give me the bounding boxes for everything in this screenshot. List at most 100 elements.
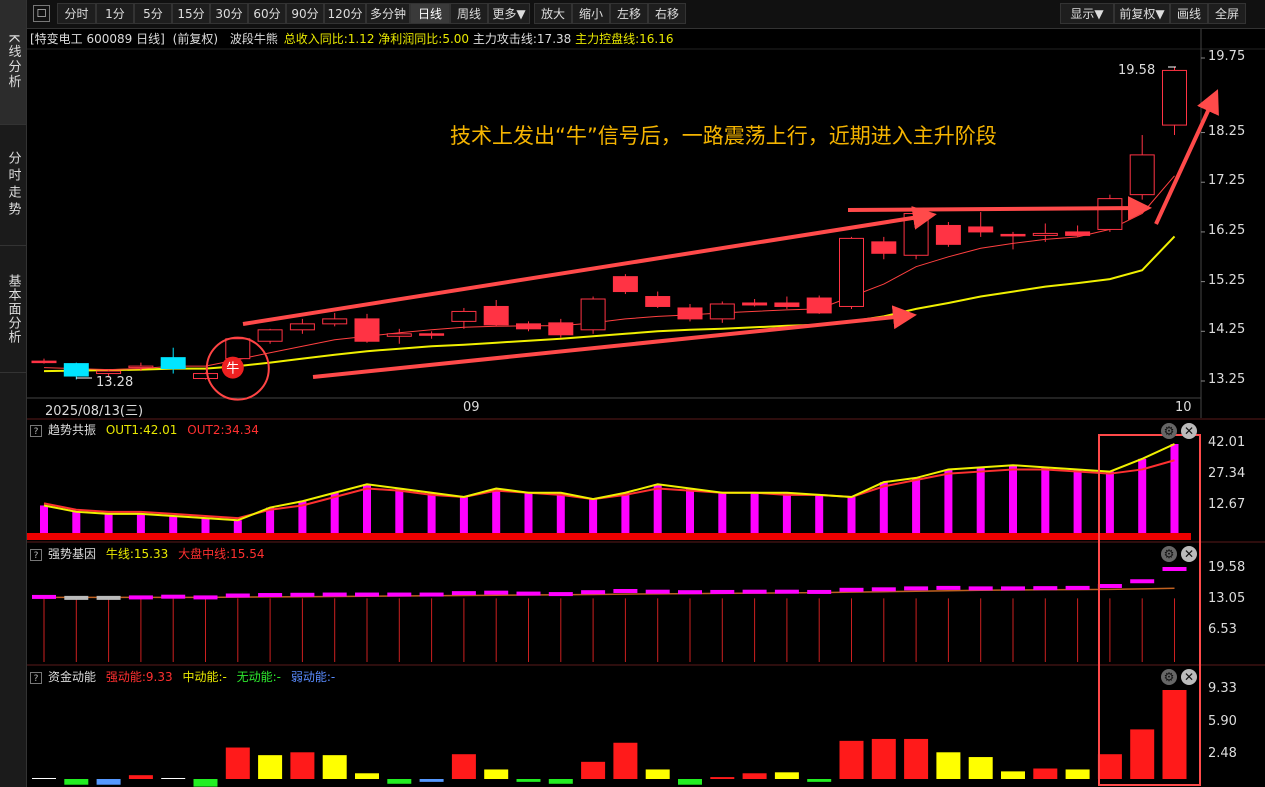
gene-bar <box>387 592 412 597</box>
candle-body <box>774 302 800 307</box>
gene-bar <box>128 595 153 600</box>
gene-bar <box>258 593 283 598</box>
candle-body <box>1000 233 1026 237</box>
trend-bar <box>686 488 694 533</box>
candle-body <box>354 318 380 342</box>
trend-bar <box>750 492 759 533</box>
no-energy-value: 无动能:- <box>236 670 282 684</box>
trend-bar <box>40 505 48 533</box>
gene-bar <box>904 586 929 591</box>
strong-energy-value: 强动能:9.33 <box>105 670 173 684</box>
candle-body <box>225 338 251 360</box>
gene-bar <box>968 586 993 591</box>
bull-line-value: 牛线:15.33 <box>105 547 169 561</box>
trend-bar <box>363 484 371 533</box>
momentum-bar <box>645 769 670 779</box>
candle-body <box>96 370 122 375</box>
gene-bar <box>1130 579 1155 584</box>
momentum-bar <box>742 773 767 779</box>
question-icon[interactable]: ? <box>30 671 42 684</box>
panel-trend-header: ? 趋势共振 OUT1:42.01 OUT2:34.34 <box>30 421 259 439</box>
trend-bar <box>847 496 856 533</box>
momentum-bar <box>419 779 444 782</box>
candle-body <box>935 224 961 245</box>
gene-bar <box>645 589 670 594</box>
gene-bar <box>355 592 379 597</box>
price-axis-label: 14.25 <box>1208 322 1246 338</box>
candle-body <box>322 318 348 325</box>
candle-body <box>742 302 768 306</box>
close-icon[interactable]: ✕ <box>1181 423 1197 439</box>
gear-icon[interactable]: ⚙ <box>1161 669 1177 685</box>
momentum-bar <box>484 769 509 779</box>
trend-bar <box>1105 471 1114 533</box>
momentum-bar <box>1130 729 1155 779</box>
gear-icon[interactable]: ⚙ <box>1161 423 1177 439</box>
candle-body <box>451 310 477 322</box>
date-label-sep: 09 <box>463 400 480 415</box>
question-icon[interactable]: ? <box>30 548 42 561</box>
candle-body <box>709 303 735 320</box>
trend-bar <box>782 492 791 533</box>
trend-bar <box>330 492 339 533</box>
candle-body <box>128 365 154 369</box>
gene-bar <box>613 588 638 593</box>
panel-trend-title: 趋势共振 <box>48 423 97 437</box>
trend-bar <box>459 496 468 533</box>
trend-bar <box>427 492 436 533</box>
candle-body <box>1162 69 1187 126</box>
candle-body <box>31 360 57 364</box>
gene-bar <box>1065 585 1090 590</box>
question-icon[interactable]: ? <box>30 424 42 437</box>
gene-bar <box>1001 586 1025 591</box>
close-icon[interactable]: ✕ <box>1181 669 1197 685</box>
momentum-bar <box>128 775 153 779</box>
momentum-bar <box>904 738 929 779</box>
sub-axis-label: 27.34 <box>1208 466 1246 482</box>
trend-bar <box>169 516 178 533</box>
momentum-bar <box>161 778 186 779</box>
gene-bar <box>322 592 347 597</box>
sub-axis-label: 12.67 <box>1208 497 1246 513</box>
gene-bar <box>161 594 186 599</box>
price-axis-label: 15.25 <box>1208 272 1246 288</box>
momentum-bar <box>225 747 250 779</box>
momentum-bar <box>1033 768 1058 779</box>
gene-bar <box>581 590 606 595</box>
ma-yellow-line <box>43 235 1176 373</box>
sub-axis-label: 19.58 <box>1208 560 1246 575</box>
momentum-bar <box>613 742 638 779</box>
momentum-bar <box>1065 769 1090 779</box>
momentum-bar <box>871 738 896 779</box>
trend-bar <box>1170 444 1179 533</box>
trend-bar <box>233 520 242 533</box>
price-axis-label: 16.25 <box>1208 222 1246 238</box>
trend-bar <box>653 484 662 533</box>
candle-body <box>871 241 897 254</box>
candle-body <box>419 333 445 336</box>
momentum-bar <box>64 779 89 785</box>
panel-gene-header: ? 强势基因 牛线:15.33 大盘中线:15.54 <box>30 545 264 563</box>
trend-base-bar <box>27 533 1191 540</box>
annotation-overlay <box>242 89 1219 786</box>
candle-body <box>1032 232 1058 236</box>
panel-capital-header: ? 资金动能 强动能:9.33 中动能:- 无动能:- 弱动能:- <box>30 668 335 686</box>
gene-bar <box>516 591 541 596</box>
candle-body <box>386 333 412 337</box>
bull-signal-text: 牛 <box>226 362 239 377</box>
candle-body <box>548 322 574 336</box>
gene-bar <box>710 589 735 594</box>
close-icon[interactable]: ✕ <box>1181 546 1197 562</box>
gear-icon[interactable]: ⚙ <box>1161 546 1177 562</box>
momentum-bar <box>387 779 412 784</box>
out2-value: OUT2:34.34 <box>187 423 259 437</box>
trend-bar <box>815 494 824 533</box>
candle-body <box>612 276 638 293</box>
candle-body <box>580 298 606 331</box>
ma-red-line <box>43 175 1175 371</box>
momentum-bar <box>355 773 379 779</box>
momentum-bar <box>936 752 961 779</box>
mid-energy-value: 中动能:- <box>182 670 227 684</box>
momentum-bar <box>96 779 121 785</box>
candlestick-chart: 牛 <box>27 29 1265 418</box>
